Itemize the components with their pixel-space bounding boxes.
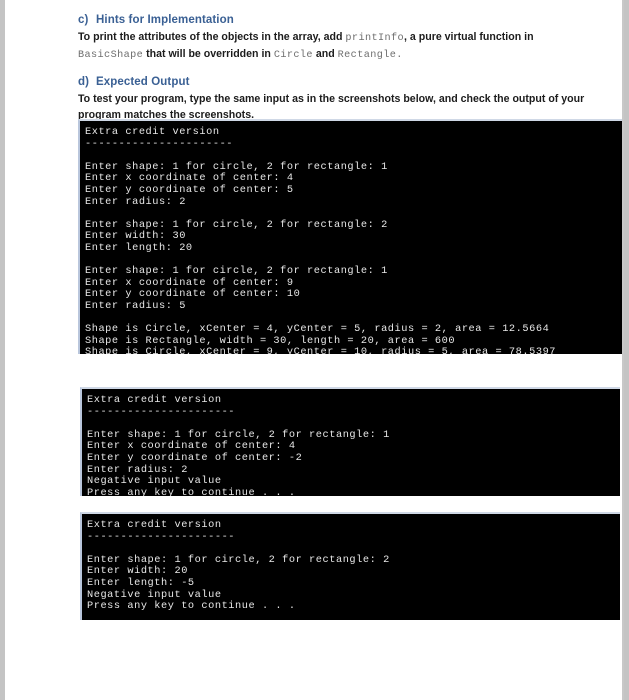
section-marker-c: c) — [78, 14, 89, 26]
console-line: Extra credit version — [85, 126, 220, 138]
section-heading-d: d) Expected Output — [78, 76, 618, 88]
console-screenshot-3: Extra credit version -------------------… — [80, 512, 620, 620]
para-text-mid2: that will be overridden in — [143, 47, 274, 60]
console-2-content: Extra credit version -------------------… — [82, 389, 620, 496]
console-1-content: Extra credit version -------------------… — [80, 121, 622, 354]
para-text-end: . — [396, 49, 403, 61]
console-line: Enter y coordinate of center: 5 — [85, 183, 294, 196]
console-line: Extra credit version — [87, 519, 222, 531]
code-printinfo: printInfo — [345, 33, 405, 44]
para-text-mid: , a pure virtual function in — [404, 31, 534, 43]
console-screenshot-1: Extra credit version -------------------… — [78, 119, 622, 354]
section-heading-c: c) Hints for Implementation — [78, 14, 618, 26]
code-rectangle: Rectangle — [337, 49, 397, 61]
console-line: Enter radius: 2 — [85, 195, 186, 208]
console-line: Press any key to continue . . . — [87, 486, 296, 496]
code-basicshape: BasicShape — [78, 49, 144, 61]
console-screenshot-2: Extra credit version -------------------… — [80, 387, 620, 496]
page-right-margin — [624, 0, 629, 700]
console-line: Shape is Circle, xCenter = 4, yCenter = … — [85, 323, 550, 336]
console-line: ---------------------- — [87, 405, 236, 418]
console-line: Extra credit version — [87, 394, 222, 406]
console-line: Press any key to continue . . . — [87, 600, 296, 613]
document-text-body: c) Hints for Implementation To print the … — [78, 14, 618, 125]
section-marker-d: d) — [78, 76, 90, 88]
console-line: Negative input value — [87, 475, 222, 488]
console-line: ---------------------- — [87, 530, 236, 543]
console-line: Enter shape: 1 for circle, 2 for rectang… — [85, 265, 388, 278]
section-c-paragraph: To print the attributes of the objects i… — [78, 30, 618, 63]
console-line: Enter length: 20 — [85, 241, 193, 254]
para-text-lead: To print the attributes of the objects i… — [78, 31, 346, 43]
section-title-d: Expected Output — [96, 76, 190, 88]
console-line: Enter length: -5 — [87, 576, 195, 589]
console-line: Enter radius: 5 — [85, 299, 186, 312]
code-circle: Circle — [273, 49, 313, 61]
section-title-c: Hints for Implementation — [96, 14, 234, 26]
console-3-content: Extra credit version -------------------… — [82, 514, 620, 617]
console-line: Enter y coordinate of center: -2 — [87, 451, 303, 464]
para-d-line1: To test your program, type the same inpu… — [78, 93, 585, 105]
document-page: c) Hints for Implementation To print the … — [5, 0, 622, 700]
para-text-mid3: and — [312, 47, 338, 60]
console-line: ---------------------- — [85, 137, 234, 150]
console-line: Shape is Circle, xCenter = 9, yCenter = … — [85, 346, 557, 354]
